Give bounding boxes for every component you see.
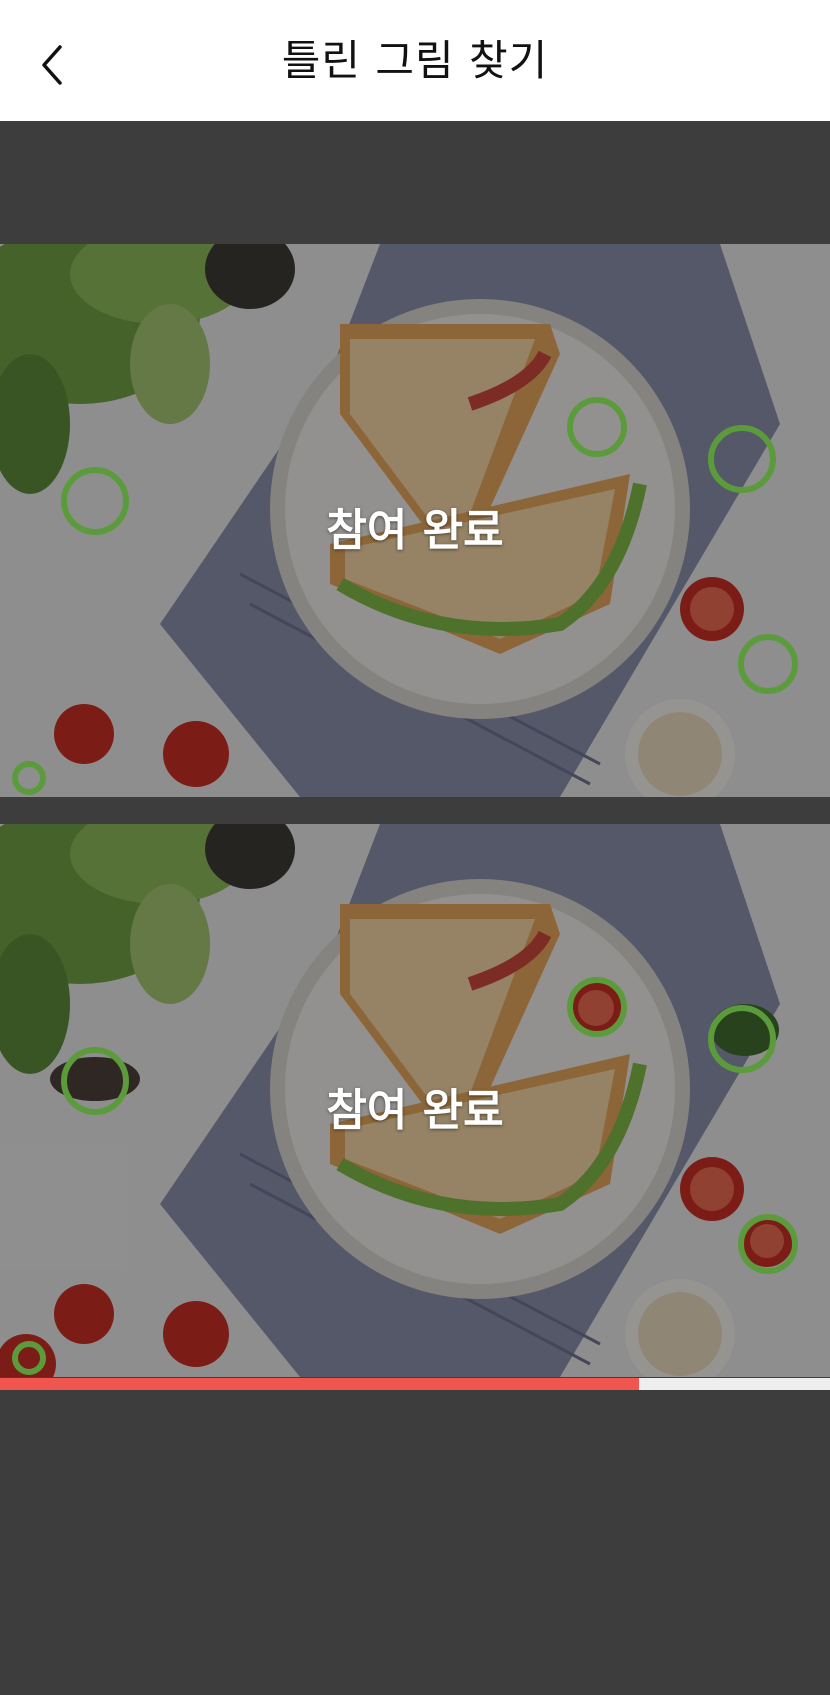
- found-spot-marker: [708, 425, 776, 493]
- app-header: 틀린 그림 찾기: [0, 0, 830, 121]
- found-spot-marker: [567, 977, 627, 1037]
- found-spot-marker: [12, 761, 46, 795]
- progress-bar: [0, 1378, 830, 1390]
- found-spot-marker: [738, 1214, 798, 1274]
- found-spot-marker: [738, 634, 798, 694]
- modified-picture-panel[interactable]: 참여 완료: [0, 824, 830, 1377]
- found-spot-marker: [61, 467, 129, 535]
- original-picture-panel[interactable]: 참여 완료: [0, 244, 830, 797]
- found-spot-marker: [708, 1005, 776, 1073]
- progress-bar-fill: [0, 1378, 640, 1390]
- found-spot-marker: [567, 397, 627, 457]
- page-title: 틀린 그림 찾기: [281, 36, 549, 85]
- found-spot-marker: [61, 1047, 129, 1115]
- found-spot-marker: [12, 1341, 46, 1375]
